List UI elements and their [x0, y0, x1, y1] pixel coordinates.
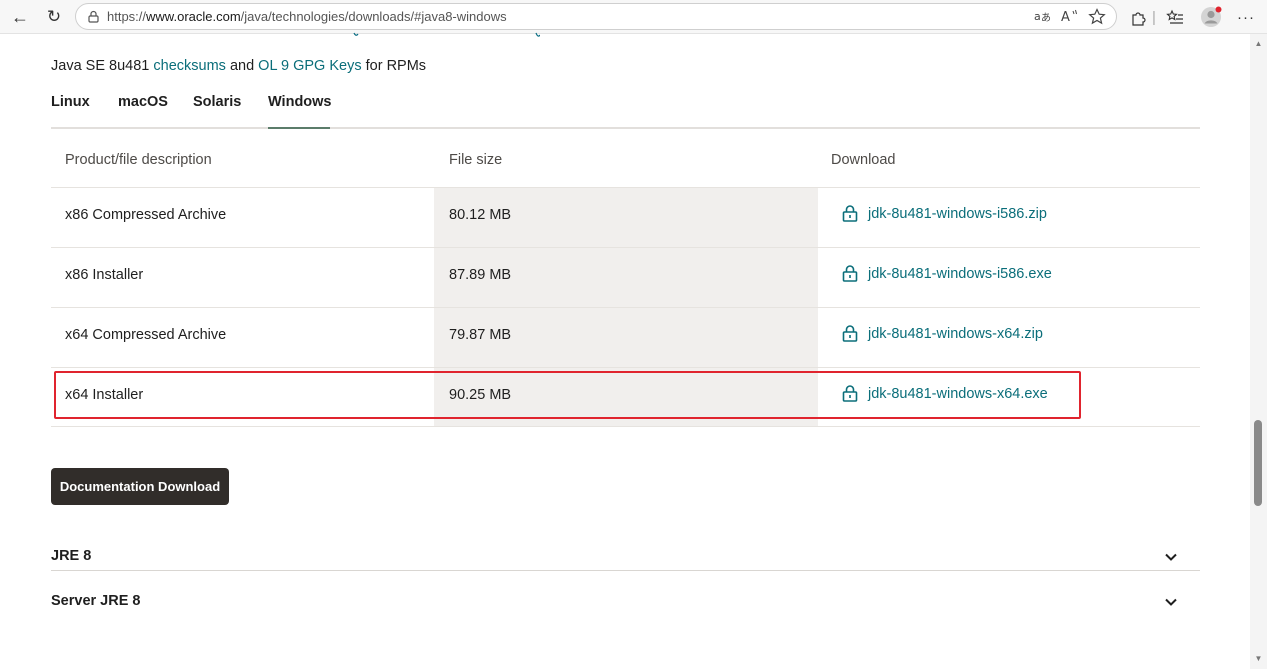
refresh-icon[interactable]: ↻: [42, 5, 66, 29]
translate-icon[interactable]: aあ: [1034, 8, 1052, 27]
row-file-size: 80.12 MB: [449, 207, 512, 223]
address-bar[interactable]: https://www.oracle.com/java/technologies…: [75, 3, 1117, 30]
profile-avatar[interactable]: [1198, 5, 1224, 29]
intro-prefix: Java SE 8u481: [51, 58, 154, 74]
url-prefix: https://: [107, 9, 147, 24]
tab-macos[interactable]: macOS: [118, 94, 168, 110]
checksums-intro: Java SE 8u481 checksums and OL 9 GPG Key…: [51, 58, 426, 74]
download-filename: jdk-8u481-windows-x64.zip: [868, 325, 1043, 342]
row-description: x86 Installer: [65, 267, 144, 283]
svg-text:あ: あ: [1041, 12, 1051, 24]
download-filename: jdk-8u481-windows-i586.exe: [868, 265, 1052, 282]
download-filename: jdk-8u481-windows-i586.zip: [868, 205, 1047, 222]
table-row: x64 Installer 90.25 MB jdk-8u481-windows…: [51, 367, 1200, 427]
table-row: x86 Installer 87.89 MB jdk-8u481-windows…: [51, 247, 1200, 307]
intro-suffix: for RPMs: [361, 58, 427, 74]
section-title: Server JRE 8: [51, 593, 141, 609]
browser-toolbar: ← ↻ https://www.oracle.com/java/technolo…: [0, 0, 1267, 34]
page-viewport: Java SE 8u481 checksums and OL 9 GPG Key…: [0, 32, 1250, 669]
row-file-size: 87.89 MB: [449, 267, 512, 283]
active-tab-indicator: [268, 127, 330, 129]
row-file-size: 79.87 MB: [449, 327, 512, 343]
scroll-up-arrow-icon[interactable]: ▲: [1254, 39, 1263, 48]
site-info-icon[interactable]: [86, 9, 101, 24]
more-menu-icon[interactable]: ···: [1236, 5, 1256, 29]
back-icon[interactable]: ←: [8, 5, 32, 29]
header-file-size: File size: [449, 152, 503, 168]
download-link[interactable]: jdk-8u481-windows-i586.zip: [842, 205, 1047, 222]
lock-icon: [842, 265, 858, 282]
tab-linux[interactable]: Linux: [51, 94, 90, 110]
favorites-list-icon[interactable]: [1163, 5, 1187, 29]
section-server-jre8[interactable]: Server JRE 8: [51, 579, 1200, 624]
download-link[interactable]: jdk-8u481-windows-x64.zip: [842, 325, 1043, 342]
tab-windows[interactable]: Windows: [268, 94, 332, 110]
lock-icon: [842, 325, 858, 342]
row-description: x64 Installer: [65, 387, 144, 403]
toolbar-divider: |: [1152, 8, 1156, 26]
cropped-link-line: [352, 28, 540, 37]
extensions-icon[interactable]: [1126, 5, 1150, 29]
row-description: x64 Compressed Archive: [65, 327, 227, 343]
table-row: x86 Compressed Archive 80.12 MB jdk-8u48…: [51, 187, 1200, 247]
section-title: JRE 8: [51, 548, 92, 564]
row-description: x86 Compressed Archive: [65, 207, 227, 223]
download-link[interactable]: jdk-8u481-windows-x64.exe: [842, 385, 1048, 402]
tab-solaris[interactable]: Solaris: [193, 94, 241, 110]
favorite-star-icon[interactable]: [1088, 8, 1106, 28]
download-link[interactable]: jdk-8u481-windows-i586.exe: [842, 265, 1052, 282]
scroll-down-arrow-icon[interactable]: ▼: [1254, 654, 1263, 663]
row-file-size: 90.25 MB: [449, 387, 512, 403]
section-divider: [51, 570, 1200, 571]
chevron-down-icon[interactable]: [1164, 595, 1178, 609]
intro-middle: and: [225, 58, 259, 74]
header-description: Product/file description: [65, 152, 212, 168]
lock-icon: [842, 205, 858, 222]
url-path: /java/technologies/downloads/#java8-wind…: [240, 9, 507, 24]
header-download: Download: [831, 152, 896, 168]
chevron-down-icon[interactable]: [1164, 550, 1178, 564]
vertical-scrollbar[interactable]: ▲ ▼: [1250, 34, 1267, 669]
svg-text:a: a: [1034, 10, 1041, 23]
download-filename: jdk-8u481-windows-x64.exe: [868, 385, 1048, 402]
table-bottom-divider: [51, 426, 1200, 427]
documentation-download-button[interactable]: Documentation Download: [51, 468, 229, 505]
read-aloud-icon[interactable]: A: [1061, 8, 1079, 27]
url-text[interactable]: https://www.oracle.com/java/technologies…: [107, 9, 507, 24]
checksums-link[interactable]: checksums: [153, 58, 226, 74]
gpg-keys-link[interactable]: OL 9 GPG Keys: [258, 58, 361, 74]
table-row: x64 Compressed Archive 79.87 MB jdk-8u48…: [51, 307, 1200, 367]
section-jre8[interactable]: JRE 8: [51, 534, 1200, 579]
svg-text:A: A: [1061, 10, 1070, 24]
scrollbar-thumb[interactable]: [1254, 420, 1262, 506]
url-domain: www.oracle.com: [146, 9, 241, 24]
tabs-divider: [51, 127, 1200, 129]
lock-icon: [842, 385, 858, 402]
